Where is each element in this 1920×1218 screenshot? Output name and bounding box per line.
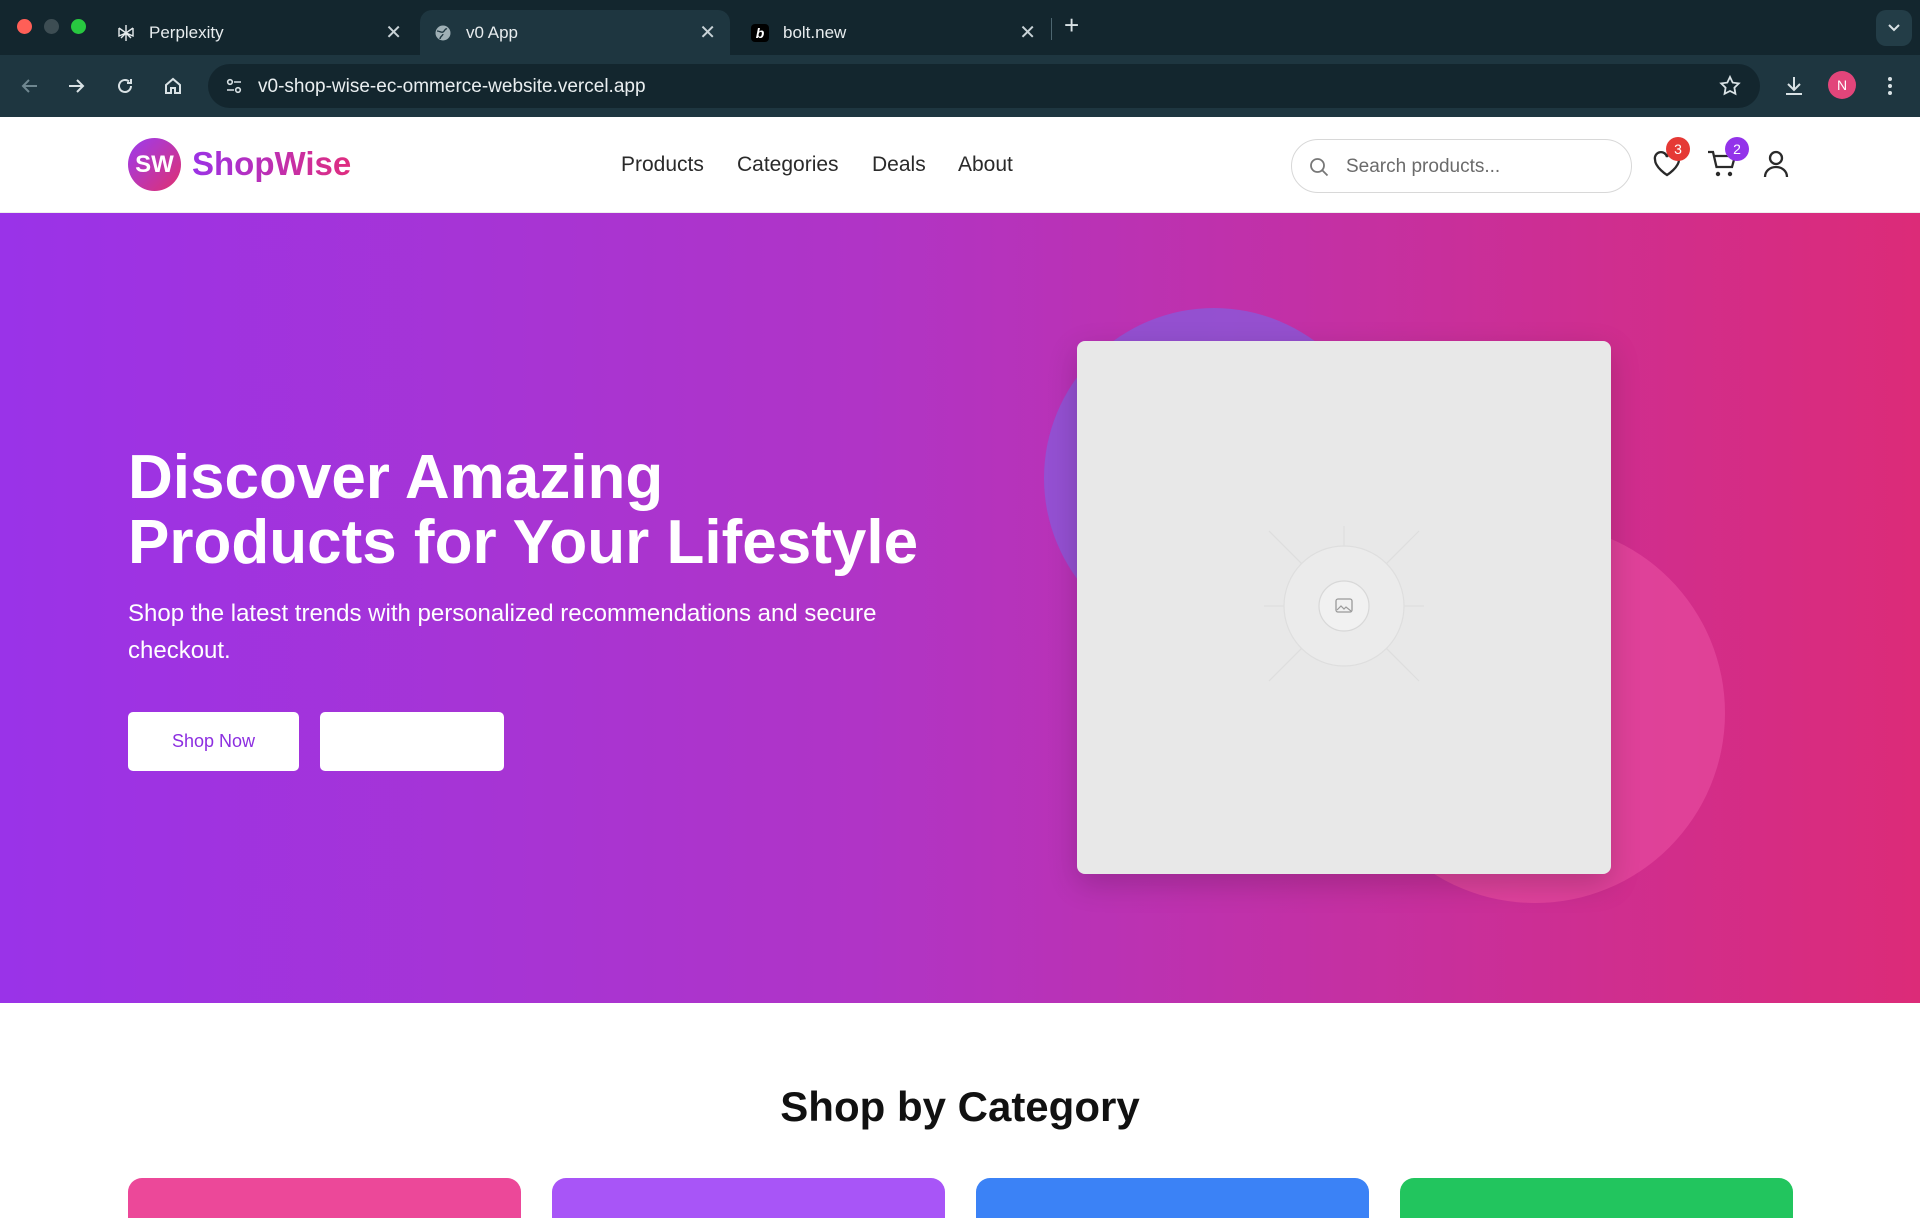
browser-tab-bar: Perplexity ✕ v0 App ✕ b bolt.new ✕ + xyxy=(0,0,1920,55)
address-bar[interactable]: v0-shop-wise-ec-ommerce-website.vercel.a… xyxy=(208,64,1760,108)
nav-products[interactable]: Products xyxy=(621,153,704,177)
tab-perplexity[interactable]: Perplexity ✕ xyxy=(103,10,416,55)
hero-subtitle: Shop the latest trends with personalized… xyxy=(128,600,877,664)
wishlist-count-badge: 3 xyxy=(1666,137,1690,161)
image-placeholder-icon xyxy=(1264,526,1424,682)
download-icon xyxy=(1786,77,1802,95)
hero-title-line-1: Discover Amazing xyxy=(128,443,664,512)
downloads-button[interactable] xyxy=(1780,72,1808,100)
tab-title: Perplexity xyxy=(149,22,224,42)
perplexity-icon xyxy=(117,24,135,42)
profile-avatar[interactable]: N xyxy=(1828,71,1856,99)
tab-v0-app[interactable]: v0 App ✕ xyxy=(420,10,730,55)
hero-title-line-2: Products for Your Lifestyle xyxy=(128,508,919,577)
bookmark-star-icon[interactable] xyxy=(1718,74,1742,103)
nav-about[interactable]: About xyxy=(958,153,1013,177)
cart-button[interactable]: 2 xyxy=(1706,137,1749,181)
close-tab-icon[interactable]: ✕ xyxy=(1019,20,1036,45)
brand-name[interactable]: ShopWise xyxy=(192,145,351,183)
browser-menu-button[interactable] xyxy=(1876,72,1904,100)
browser-toolbar: v0-shop-wise-ec-ommerce-website.vercel.a… xyxy=(0,55,1920,117)
kebab-menu-icon xyxy=(1888,77,1892,95)
tab-bolt[interactable]: b bolt.new ✕ xyxy=(737,10,1050,55)
reload-icon xyxy=(118,78,132,93)
hero-image-placeholder xyxy=(1077,341,1611,874)
nav-deals[interactable]: Deals xyxy=(872,153,926,177)
arrow-right-icon xyxy=(69,79,85,93)
globe-icon xyxy=(434,24,452,42)
url-text: v0-shop-wise-ec-ommerce-website.vercel.a… xyxy=(258,76,646,97)
user-icon xyxy=(1763,150,1789,178)
secondary-hero-button[interactable] xyxy=(320,712,504,771)
category-card[interactable] xyxy=(1400,1178,1793,1218)
tab-search-button[interactable] xyxy=(1876,10,1912,46)
home-icon xyxy=(165,77,181,94)
close-tab-icon[interactable]: ✕ xyxy=(699,20,716,45)
chevron-down-icon xyxy=(1888,24,1900,32)
category-card[interactable] xyxy=(552,1178,945,1218)
search-input[interactable] xyxy=(1344,152,1614,182)
cart-count-badge: 2 xyxy=(1725,137,1749,161)
category-card[interactable] xyxy=(976,1178,1369,1218)
home-button[interactable] xyxy=(159,72,187,100)
arrow-left-icon xyxy=(21,79,37,93)
site-header: SW ShopWise Products Categories Deals Ab… xyxy=(0,117,1920,213)
maximize-window-button[interactable] xyxy=(71,19,86,34)
search-box xyxy=(1291,139,1632,193)
nav-categories[interactable]: Categories xyxy=(737,153,839,177)
category-card[interactable] xyxy=(128,1178,521,1218)
forward-button[interactable] xyxy=(62,72,90,100)
bolt-icon: b xyxy=(751,23,769,42)
tab-title: bolt.new xyxy=(783,22,847,42)
new-tab-button[interactable]: + xyxy=(1064,10,1079,41)
hero-title: Discover Amazing Products for Your Lifes… xyxy=(128,445,1028,575)
close-tab-icon[interactable]: ✕ xyxy=(385,20,402,45)
reload-button[interactable] xyxy=(111,72,139,100)
category-section-heading: Shop by Category xyxy=(780,1083,1140,1130)
tab-separator xyxy=(1051,18,1052,40)
tab-title: v0 App xyxy=(466,22,518,42)
shop-now-button[interactable]: Shop Now xyxy=(128,712,299,771)
back-button[interactable] xyxy=(16,72,44,100)
site-info-icon[interactable] xyxy=(220,72,248,100)
close-window-button[interactable] xyxy=(17,19,32,34)
search-icon xyxy=(1308,156,1330,183)
wishlist-button[interactable]: 3 xyxy=(1650,137,1690,181)
logo-badge[interactable]: SW xyxy=(128,138,181,191)
account-button[interactable] xyxy=(1759,147,1793,181)
minimize-window-button[interactable] xyxy=(44,19,59,34)
hero-section: Discover Amazing Products for Your Lifes… xyxy=(0,213,1920,1003)
